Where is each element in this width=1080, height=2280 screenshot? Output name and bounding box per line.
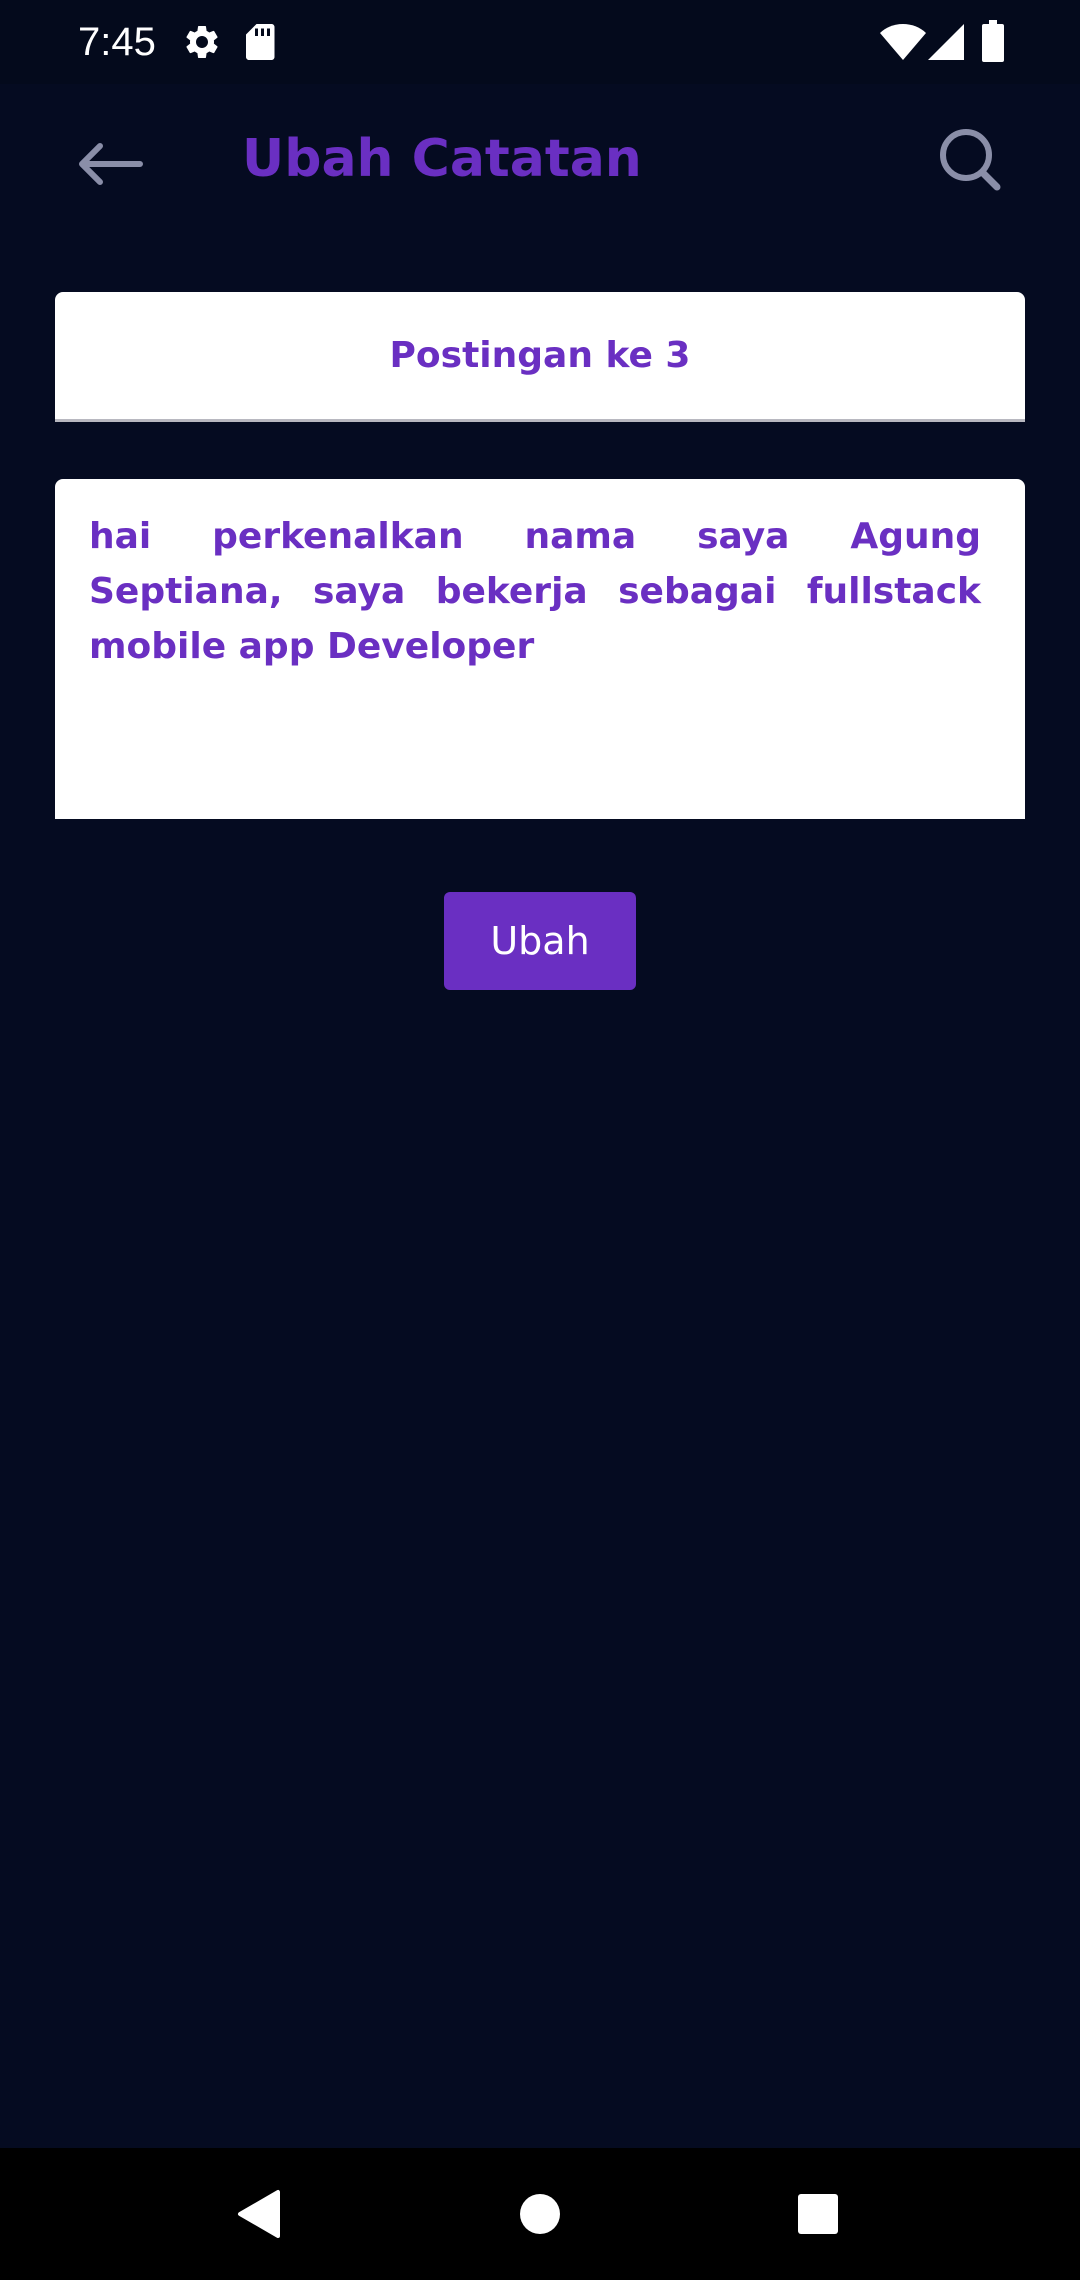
nav-back-button[interactable] — [220, 2178, 300, 2250]
nav-home-button[interactable] — [500, 2178, 580, 2250]
wifi-icon — [880, 24, 926, 60]
status-bar: 7:45 — [0, 0, 1080, 84]
nav-recents-button[interactable] — [778, 2178, 858, 2250]
search-button[interactable] — [930, 120, 1010, 200]
sd-card-icon — [246, 24, 275, 60]
search-icon — [940, 129, 1001, 191]
system-nav-bar — [0, 2148, 1080, 2280]
arrow-left-icon — [79, 143, 143, 185]
status-time: 7:45 — [78, 20, 156, 64]
page-title: Ubah Catatan — [242, 129, 642, 189]
recents-square-icon — [798, 2194, 838, 2234]
signal-icon — [928, 24, 964, 60]
title-field[interactable] — [55, 292, 1025, 422]
app-screen: 7:45 Ubah Catatan Postingan ke 3 hai per… — [0, 0, 1080, 2280]
update-button[interactable]: Ubah — [444, 892, 636, 990]
battery-icon — [982, 20, 1004, 62]
note-body-field[interactable]: hai perkenalkan nama saya Agung Septiana… — [55, 479, 1025, 819]
back-button[interactable] — [62, 118, 154, 210]
settings-icon — [186, 25, 218, 58]
app-bar: Ubah Catatan — [0, 84, 1080, 236]
home-circle-icon — [520, 2194, 560, 2234]
back-triangle-icon — [238, 2190, 280, 2238]
